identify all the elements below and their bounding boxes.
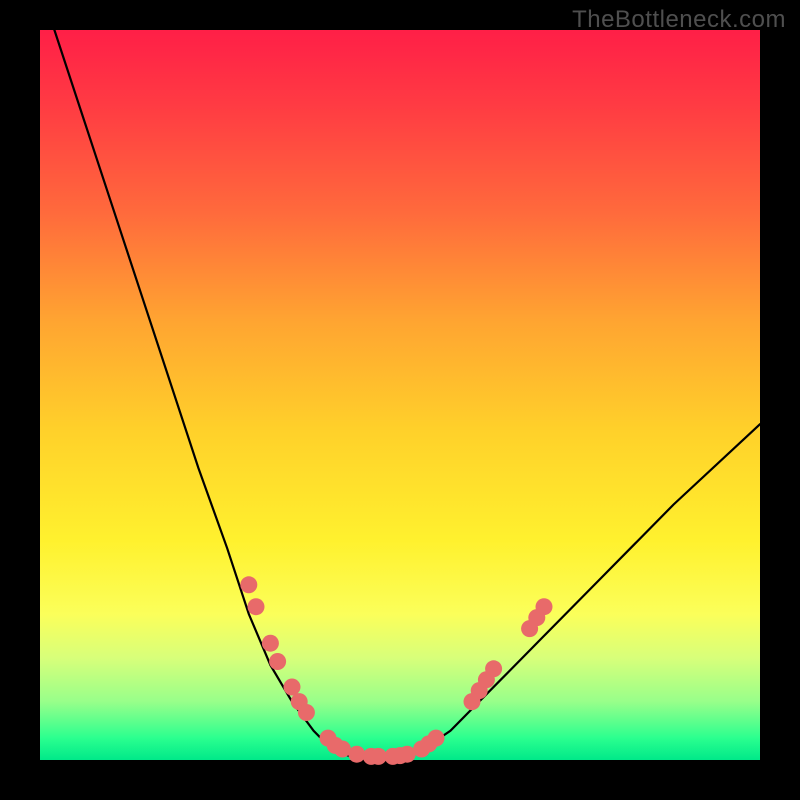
curve-markers: [240, 576, 552, 765]
curve-marker: [269, 653, 286, 670]
curve-marker: [240, 576, 257, 593]
curve-marker: [284, 679, 301, 696]
watermark-text: TheBottleneck.com: [572, 6, 786, 34]
plot-area: [40, 30, 760, 760]
curve-marker: [485, 660, 502, 677]
curve-marker: [248, 598, 265, 615]
curve-marker: [348, 746, 365, 763]
chart-frame: TheBottleneck.com: [0, 0, 800, 800]
bottleneck-curve: [54, 30, 760, 760]
curve-marker: [428, 730, 445, 747]
curve-marker: [298, 704, 315, 721]
bottleneck-curve-svg: [40, 30, 760, 760]
curve-marker: [262, 635, 279, 652]
curve-marker: [536, 598, 553, 615]
